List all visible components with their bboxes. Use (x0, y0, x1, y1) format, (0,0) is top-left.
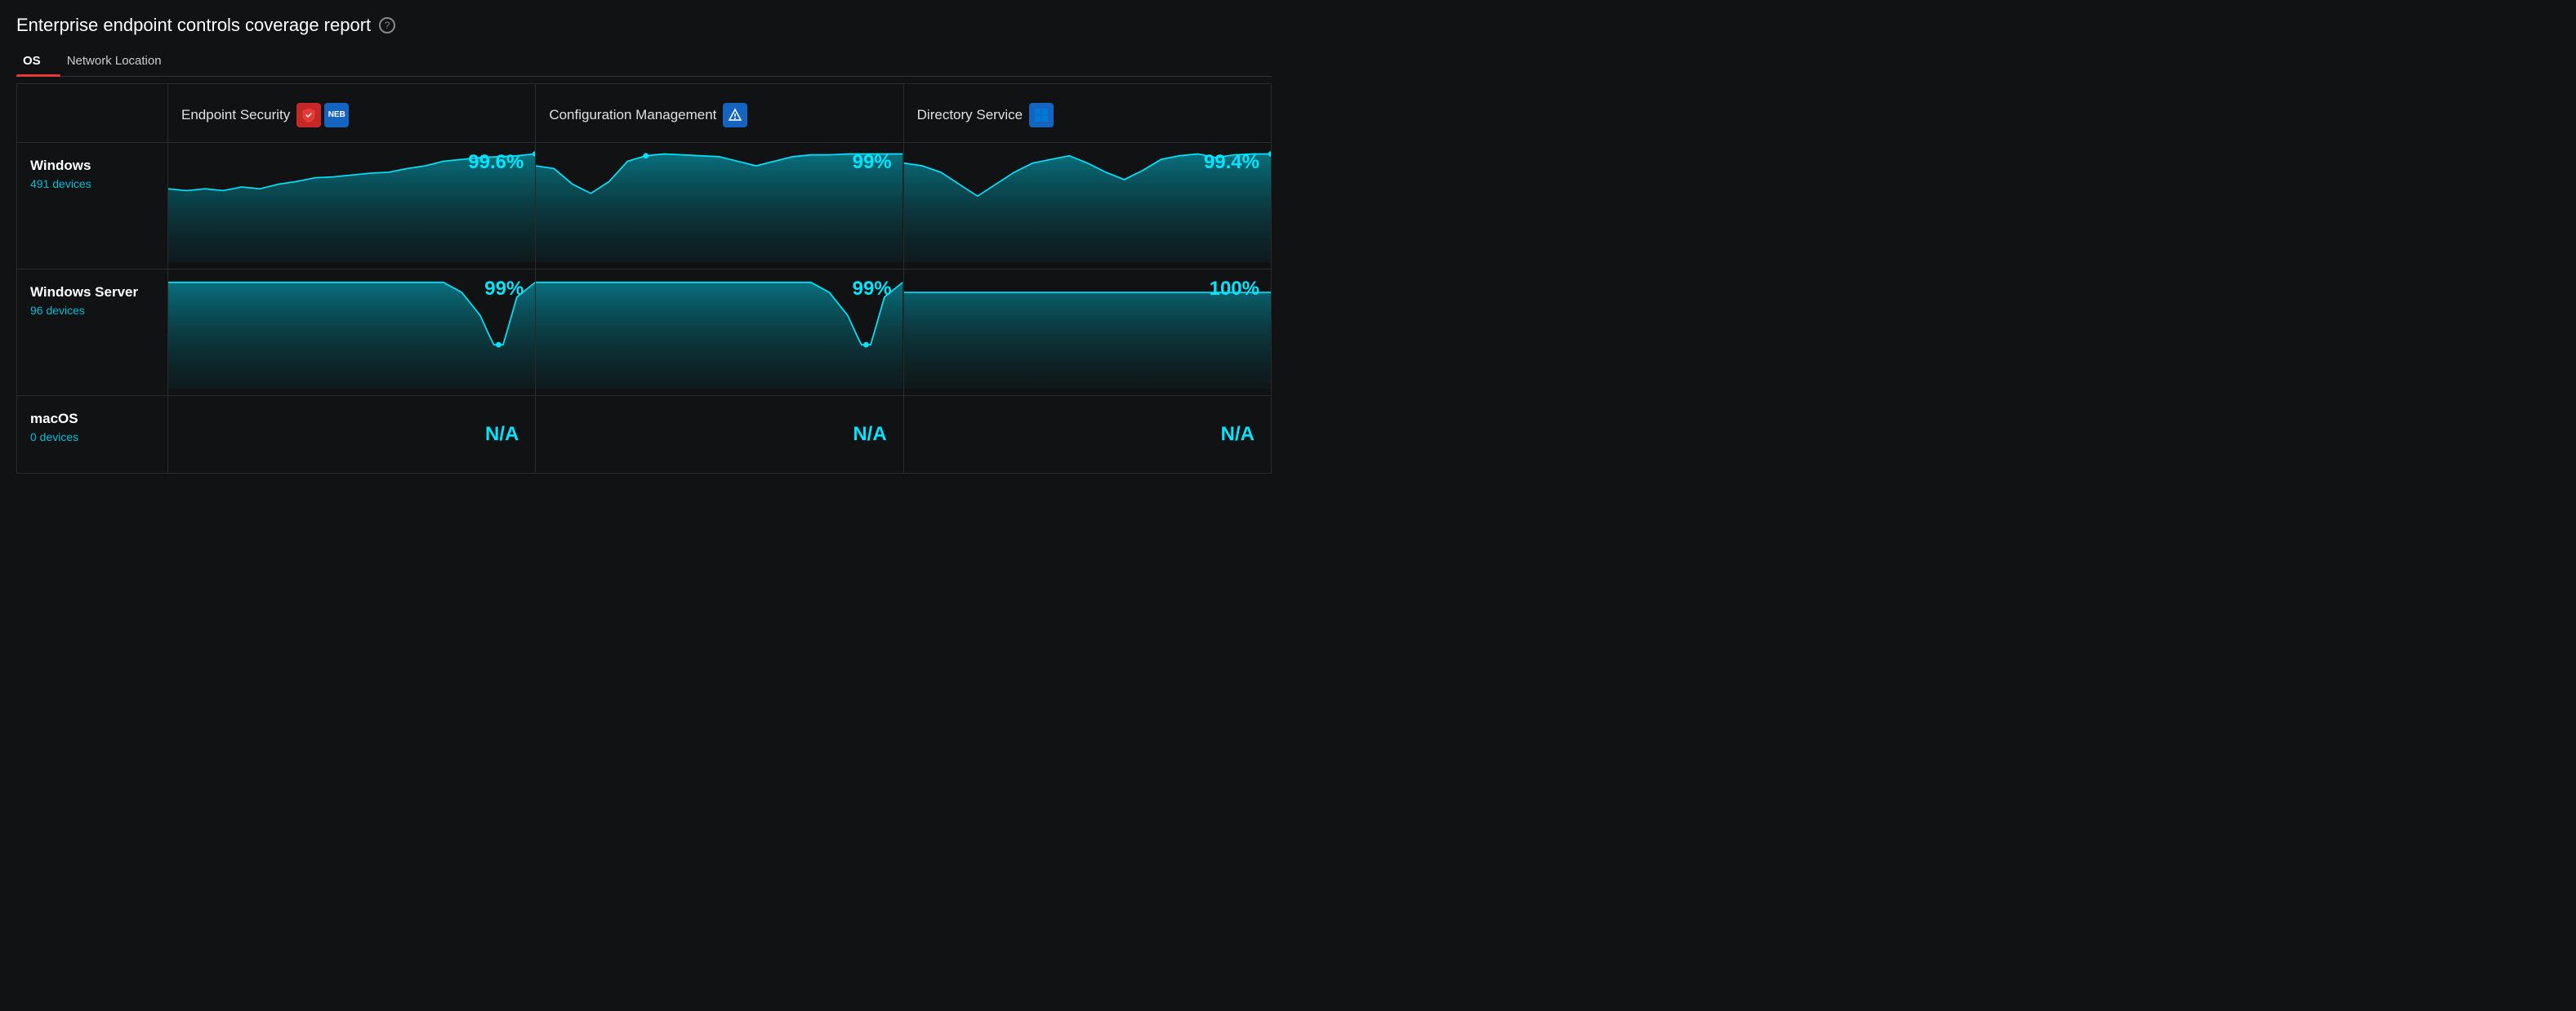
macos-label: macOS (30, 411, 154, 427)
page-title: Enterprise endpoint controls coverage re… (16, 15, 371, 36)
tab-network-location[interactable]: Network Location (60, 47, 181, 76)
windows-row-label: Windows 491 devices (17, 143, 168, 269)
windows-label: Windows (30, 158, 154, 174)
windows-endpoint-security-cell: 99.6% (168, 143, 536, 269)
endpoint-security-header: Endpoint Security NEB (168, 84, 536, 143)
windows-directory-service-cell: 99.4% (904, 143, 1272, 269)
windows-cm-chart (536, 143, 902, 262)
windows-cm-value: 99% (853, 151, 892, 174)
windows-server-es-chart (168, 269, 535, 389)
macos-cm-value: N/A (853, 423, 886, 446)
config-mgmt-icon (723, 103, 747, 127)
coverage-grid: Endpoint Security NEB Configuration Mana… (16, 83, 1272, 474)
directory-service-label: Directory Service (917, 107, 1023, 123)
config-management-header: Configuration Management (536, 84, 903, 143)
macos-cm-cell: N/A (536, 396, 903, 474)
windows-icon (1029, 103, 1054, 127)
help-icon[interactable]: ? (379, 17, 395, 33)
windows-es-value: 99.6% (468, 151, 524, 174)
windows-server-cm-value: 99% (853, 278, 892, 301)
macos-sublabel: 0 devices (30, 430, 154, 443)
tabs-bar: OS Network Location (16, 47, 1272, 77)
windows-server-es-value: 99% (484, 278, 524, 301)
windows-server-row-label: Windows Server 96 devices (17, 269, 168, 396)
corner-header (17, 84, 168, 143)
macos-ds-cell: N/A (904, 396, 1272, 474)
endpoint-security-label: Endpoint Security (181, 107, 290, 123)
neb-icon: NEB (324, 103, 349, 127)
windows-config-mgmt-cell: 99% (536, 143, 903, 269)
macos-row-label: macOS 0 devices (17, 396, 168, 474)
page-container: Enterprise endpoint controls coverage re… (0, 0, 1288, 474)
windows-server-ds-cell: 100% (904, 269, 1272, 396)
endpoint-security-icons: NEB (296, 103, 349, 127)
macos-es-cell: N/A (168, 396, 536, 474)
windows-server-sublabel: 96 devices (30, 304, 154, 317)
windows-server-label: Windows Server (30, 284, 154, 301)
macos-es-value: N/A (485, 423, 519, 446)
title-row: Enterprise endpoint controls coverage re… (16, 15, 1272, 36)
windows-server-es-cell: 99% (168, 269, 536, 396)
tab-os[interactable]: OS (16, 47, 60, 76)
macos-ds-value: N/A (1221, 423, 1255, 446)
windows-server-cm-cell: 99% (536, 269, 903, 396)
windows-ds-value: 99.4% (1204, 151, 1259, 174)
windows-sublabel: 491 devices (30, 177, 154, 190)
shield-icon (296, 103, 321, 127)
directory-service-header: Directory Service (904, 84, 1272, 143)
windows-server-cm-chart (536, 269, 902, 389)
windows-server-ds-value: 100% (1210, 278, 1259, 301)
config-management-label: Configuration Management (549, 107, 716, 123)
